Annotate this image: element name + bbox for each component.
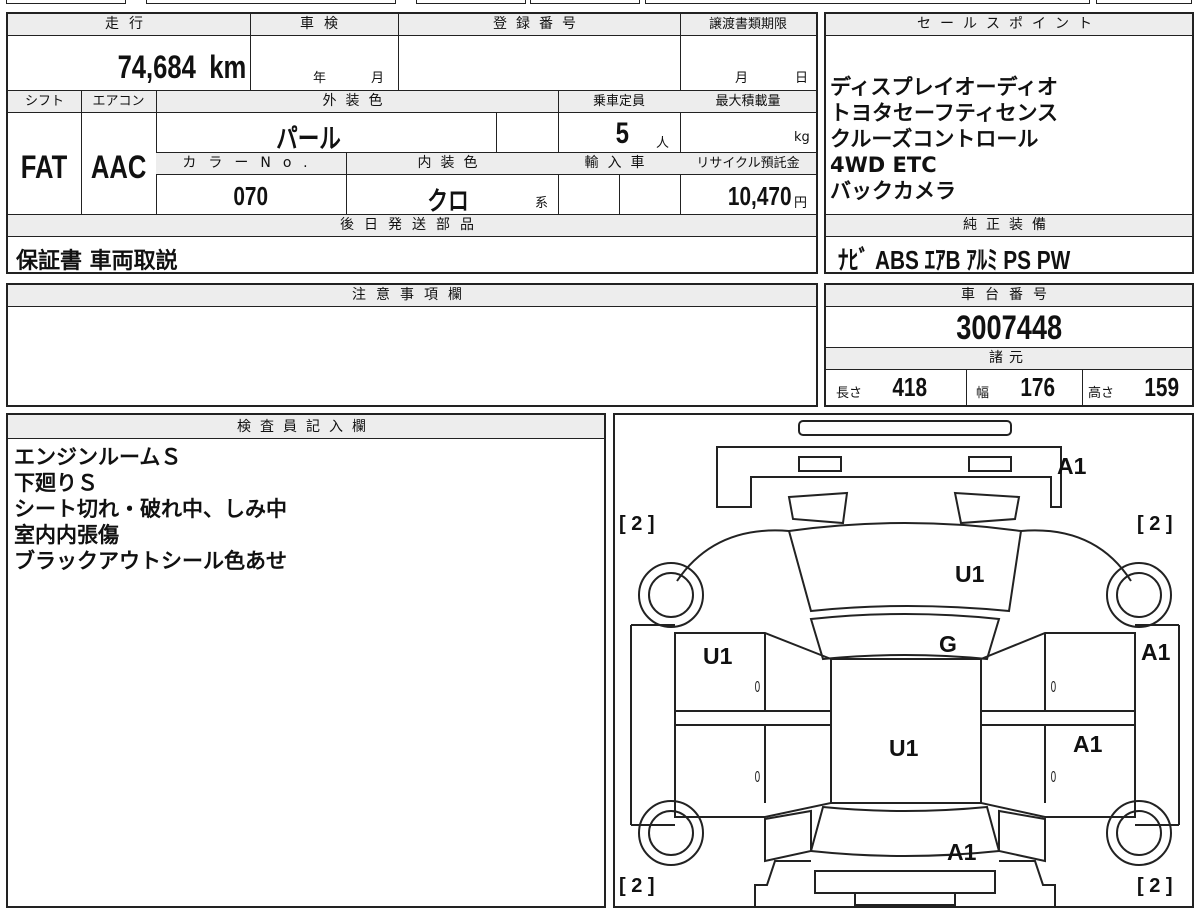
zero-mark: 0 bbox=[1050, 769, 1057, 786]
tire-condition-front-left: [ 2 ] bbox=[619, 513, 655, 535]
chassis-panel: 車台番号 3007448 諸元 長さ 418 幅 176 高さ 159 bbox=[824, 283, 1194, 407]
damage-mark-front-left-door: U1 bbox=[703, 643, 733, 669]
deadline-month-label: 月 bbox=[735, 71, 749, 86]
recycle-fee-value: 10,470 bbox=[728, 181, 792, 211]
inspector-note: 下廻りＳ bbox=[14, 471, 98, 495]
inspector-note: 室内内張傷 bbox=[14, 523, 119, 547]
zero-mark: 0 bbox=[754, 679, 761, 696]
sale-point-item: バックカメラ bbox=[830, 179, 956, 203]
exterior-color-header: 外装色 bbox=[156, 91, 558, 113]
inspector-notes-list: エンジンルームＳ 下廻りＳ シート切れ・破れ中、しみ中 室内内張傷 ブラックアウ… bbox=[14, 444, 600, 574]
width-value: 176 bbox=[1020, 372, 1056, 402]
chassis-no-value: 3007448 bbox=[956, 309, 1062, 347]
later-parts-value: 保証書 車両取説 bbox=[16, 249, 178, 274]
specs-header: 諸元 bbox=[826, 348, 1192, 370]
capacity-unit: 人 bbox=[656, 136, 670, 151]
recycle-fee-header: リサイクル預託金 bbox=[680, 153, 816, 175]
damage-mark-right-fender: A1 bbox=[1141, 639, 1171, 665]
length-label: 長さ bbox=[836, 386, 863, 401]
height-value: 159 bbox=[1144, 372, 1180, 402]
aircon-header: エアコン bbox=[81, 91, 156, 113]
aircon-value: AAC bbox=[90, 149, 147, 185]
mileage-value: 74,684 km bbox=[117, 49, 246, 85]
damage-mark-front-bumper: A1 bbox=[1057, 453, 1087, 479]
sale-points-panel: セールスポイント ディスプレイオーディオ トヨタセーフティセンス クルーズコント… bbox=[824, 12, 1194, 275]
tire-condition-rear-right: [ 2 ] bbox=[1137, 875, 1173, 897]
capacity-value: 5 bbox=[615, 117, 630, 150]
inspector-header: 検査員記入欄 bbox=[8, 415, 604, 439]
tire-condition-front-right: [ 2 ] bbox=[1137, 513, 1173, 535]
exterior-color-value: パール bbox=[276, 124, 341, 154]
car-outline-diagram bbox=[630, 420, 1180, 906]
sale-points-list: ディスプレイオーディオ トヨタセーフティセンス クルーズコントロール 4WD E… bbox=[830, 74, 1190, 204]
zero-mark: 0 bbox=[1050, 679, 1057, 696]
inspection-year-label: 年 bbox=[313, 71, 327, 86]
sale-points-header: セールスポイント bbox=[826, 14, 1192, 36]
color-no-header: カラーNo. bbox=[156, 153, 346, 175]
vehicle-info-table: 走行 車検 登録番号 譲渡書類期限 74,684 km 年 月 月 日 シフト エ… bbox=[6, 12, 818, 274]
length-value: 418 bbox=[892, 372, 928, 402]
interior-color-suffix: 系 bbox=[535, 196, 549, 211]
shift-header: シフト bbox=[8, 91, 81, 113]
load-unit: kg bbox=[794, 130, 810, 145]
damage-mark-rear: A1 bbox=[947, 839, 977, 865]
capacity-header: 乗車定員 bbox=[558, 91, 680, 113]
sale-point-item: ディスプレイオーディオ bbox=[830, 75, 1059, 99]
factory-equipment-header: 純正装備 bbox=[826, 215, 1192, 237]
damage-mark-hood: U1 bbox=[955, 561, 985, 587]
deadline-day-label: 日 bbox=[795, 71, 809, 86]
damage-mark-rear-right-door: A1 bbox=[1073, 731, 1103, 757]
notes-header: 注意事項欄 bbox=[8, 285, 816, 307]
import-header: 輸入車 bbox=[558, 153, 680, 175]
tire-condition-rear-left: [ 2 ] bbox=[619, 875, 655, 897]
chassis-no-header: 車台番号 bbox=[826, 285, 1192, 307]
sale-point-item: 4WD ETC bbox=[830, 153, 937, 177]
recycle-fee-unit: 円 bbox=[794, 196, 808, 211]
max-load-header: 最大積載量 bbox=[680, 91, 816, 113]
damage-diagram-panel: [ 2 ] [ 2 ] [ 2 ] [ 2 ] A1 U1 G U1 U1 A1… bbox=[613, 413, 1194, 908]
inspection-header: 車検 bbox=[250, 14, 398, 36]
interior-color-value: クロ bbox=[427, 186, 469, 216]
width-label: 幅 bbox=[976, 386, 990, 401]
factory-equipment-value: ﾅﾋﾞ ABS ｴｱB ｱﾙﾐ PS PW bbox=[838, 245, 1071, 275]
sale-point-item: トヨタセーフティセンス bbox=[830, 101, 1059, 125]
later-parts-header: 後日発送部品 bbox=[8, 215, 816, 237]
transfer-deadline-header: 譲渡書類期限 bbox=[680, 14, 816, 36]
notes-panel: 注意事項欄 bbox=[6, 283, 818, 407]
shift-value: FAT bbox=[21, 149, 68, 185]
inspector-note: シート切れ・破れ中、しみ中 bbox=[14, 497, 287, 521]
inspection-month-label: 月 bbox=[371, 71, 385, 86]
top-cut-strip bbox=[0, 0, 1200, 8]
inspector-note: エンジンルームＳ bbox=[14, 445, 182, 469]
sale-point-item: クルーズコントロール bbox=[830, 127, 1039, 151]
damage-mark-windshield: G bbox=[939, 631, 957, 657]
damage-mark-roof: U1 bbox=[889, 735, 919, 761]
zero-mark: 0 bbox=[754, 769, 761, 786]
inspector-note: ブラックアウトシール色あせ bbox=[14, 549, 287, 573]
height-label: 高さ bbox=[1088, 386, 1115, 401]
interior-color-header: 内装色 bbox=[346, 153, 558, 175]
mileage-header: 走行 bbox=[8, 14, 250, 36]
registration-header: 登録番号 bbox=[398, 14, 680, 36]
color-no-value: 070 bbox=[233, 181, 269, 211]
inspector-panel: 検査員記入欄 エンジンルームＳ 下廻りＳ シート切れ・破れ中、しみ中 室内内張傷… bbox=[6, 413, 606, 908]
